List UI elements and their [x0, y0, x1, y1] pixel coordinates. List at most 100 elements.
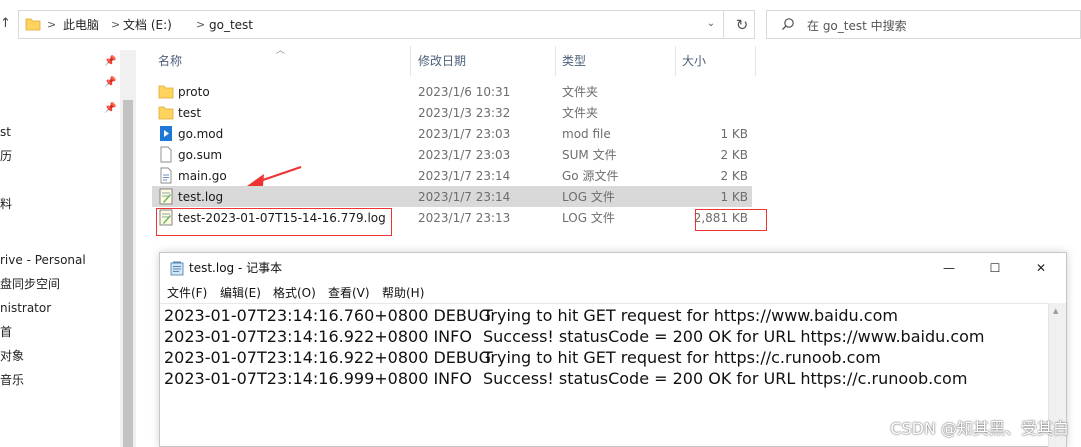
file-name: go.sum [178, 148, 223, 162]
refresh-icon[interactable]: ↻ [731, 14, 753, 36]
column-header-date[interactable]: 修改日期 [418, 53, 466, 69]
file-date: 2023/1/7 23:03 [418, 127, 511, 141]
column-divider[interactable] [675, 46, 676, 76]
file-date: 2023/1/7 23:13 [418, 211, 511, 225]
column-divider[interactable] [410, 46, 411, 76]
sort-ascending-icon: ︿ [276, 46, 286, 56]
nav-item[interactable]: st [0, 124, 11, 140]
file-type: LOG 文件 [562, 211, 615, 225]
minimize-button[interactable]: — [926, 253, 972, 283]
log-timestamp-level: 2023-01-07T23:14:16.922+0800 DEBUG [164, 348, 491, 367]
pin-icon: 📌 [104, 56, 117, 67]
breadcrumb-documents[interactable]: 文档 (E:) [123, 17, 172, 33]
search-placeholder[interactable]: 在 go_test 中搜索 [807, 18, 907, 34]
menu-file[interactable]: 文件(F) [167, 285, 207, 301]
divider [723, 11, 724, 38]
column-divider[interactable] [755, 46, 756, 76]
column-divider[interactable] [555, 46, 556, 76]
file-size: 1 KB [720, 190, 748, 204]
source-file-icon [160, 167, 172, 184]
nav-item[interactable]: 料 [0, 196, 12, 212]
annotation-arrow [247, 165, 302, 186]
pin-icon: 📌 [104, 103, 117, 114]
file-name: test [178, 106, 202, 120]
scrollbar-thumb[interactable] [123, 100, 133, 447]
nav-item-onedrive[interactable]: rive - Personal [0, 252, 86, 268]
nav-item[interactable]: 历 [0, 148, 12, 164]
maximize-button[interactable]: ☐ [972, 253, 1018, 283]
column-header-size[interactable]: 大小 [682, 53, 706, 69]
chevron-down-icon[interactable]: ⌄ [702, 18, 720, 32]
media-file-icon [160, 126, 172, 141]
nav-scrollbar[interactable] [120, 50, 136, 447]
file-type: mod file [562, 127, 611, 141]
nav-item[interactable]: 首 [0, 324, 12, 340]
breadcrumb-this-pc[interactable]: 此电脑 [63, 17, 99, 33]
menu-edit[interactable]: 编辑(E) [220, 285, 261, 301]
annotation-box-filesize [695, 209, 767, 231]
folder-icon [25, 18, 41, 31]
nav-item-3d-objects[interactable]: 对象 [0, 348, 24, 364]
file-date: 2023/1/7 23:14 [418, 169, 511, 183]
nav-item-administrator[interactable]: nistrator [0, 300, 51, 316]
file-row-selected[interactable]: test.log 2023/1/7 23:14 LOG 文件 1 KB [152, 186, 752, 207]
log-line: 2023-01-07T23:14:16.922+0800 DEBUG Tryin… [164, 347, 881, 368]
file-row[interactable]: go.sum 2023/1/7 23:03 SUM 文件 2 KB [152, 144, 752, 165]
window-title: test.log - 记事本 [189, 261, 283, 275]
folder-icon [158, 106, 174, 120]
breadcrumb-go-test[interactable]: go_test [209, 17, 253, 33]
column-header-name[interactable]: 名称 [158, 53, 182, 69]
nav-item-music[interactable]: 音乐 [0, 372, 24, 388]
notepad-icon [170, 261, 184, 276]
navigation-pane: 📌 📌 📌 st 历 料 rive - Personal 盘同步空间 nistr… [0, 50, 120, 447]
file-date: 2023/1/6 10:31 [418, 85, 511, 99]
log-timestamp-level: 2023-01-07T23:14:16.922+0800 INFO [164, 327, 472, 346]
search-box[interactable]: 在 go_test 中搜索 [766, 10, 1081, 39]
menu-format[interactable]: 格式(O) [273, 285, 316, 301]
file-type: LOG 文件 [562, 190, 615, 204]
log-line: 2023-01-07T23:14:16.999+0800 INFO Succes… [164, 368, 967, 389]
menu-help[interactable]: 帮助(H) [382, 285, 424, 301]
file-name: proto [178, 85, 210, 99]
annotation-box-filename [156, 208, 392, 236]
file-date: 2023/1/7 23:03 [418, 148, 511, 162]
file-name: main.go [178, 169, 227, 183]
log-message: Success! statusCode = 200 OK for URL htt… [483, 327, 985, 346]
notepad-window: test.log - 记事本 — ☐ ✕ 文件(F) 编辑(E) 格式(O) 查… [159, 252, 1067, 447]
file-size: 1 KB [720, 127, 748, 141]
nav-item-sync-space[interactable]: 盘同步空间 [0, 276, 60, 292]
file-name: go.mod [178, 127, 224, 141]
scroll-up-icon[interactable]: ▲ [1053, 307, 1058, 315]
file-type: 文件夹 [562, 85, 599, 99]
file-type: SUM 文件 [562, 148, 617, 162]
log-line: 2023-01-07T23:14:16.922+0800 INFO Succes… [164, 326, 985, 347]
file-type: 文件夹 [562, 106, 599, 120]
watermark: CSDN @知其黑、受其白 [890, 419, 1069, 438]
file-name: test.log [178, 190, 224, 204]
column-header-type[interactable]: 类型 [562, 53, 586, 69]
file-row[interactable]: main.go 2023/1/7 23:14 Go 源文件 2 KB [152, 165, 752, 186]
up-arrow-icon[interactable]: ↑ [0, 16, 12, 32]
breadcrumb-separator[interactable]: > [47, 17, 56, 33]
file-row[interactable]: go.mod 2023/1/7 23:03 mod file 1 KB [152, 123, 752, 144]
log-message: Success! statusCode = 200 OK for URL htt… [483, 369, 968, 388]
explorer-toolbar: ↑ > 此电脑 > 文档 (E:) > go_test ⌄ ↻ 在 go_tes… [0, 0, 1081, 50]
log-message: Trying to hit GET request for https://c.… [483, 348, 881, 367]
address-bar[interactable]: > 此电脑 > 文档 (E:) > go_test ⌄ ↻ [18, 10, 755, 39]
notepad-titlebar[interactable]: test.log - 记事本 — ☐ ✕ [160, 253, 1066, 283]
log-message: Trying to hit GET request for https://ww… [483, 306, 898, 325]
menu-bar: 文件(F) 编辑(E) 格式(O) 查看(V) 帮助(H) [160, 283, 1066, 303]
file-size: 2 KB [720, 148, 748, 162]
search-icon [782, 18, 794, 30]
file-type: Go 源文件 [562, 169, 619, 183]
log-timestamp-level: 2023-01-07T23:14:16.760+0800 DEBUG [164, 306, 491, 325]
breadcrumb-separator[interactable]: > [111, 17, 120, 33]
menu-view[interactable]: 查看(V) [328, 285, 370, 301]
log-line: 2023-01-07T23:14:16.760+0800 DEBUG Tryin… [164, 305, 898, 326]
breadcrumb-separator[interactable]: > [196, 17, 205, 33]
folder-icon [158, 85, 174, 99]
file-date: 2023/1/3 23:32 [418, 106, 511, 120]
file-row[interactable]: test 2023/1/3 23:32 文件夹 [152, 102, 752, 123]
close-button[interactable]: ✕ [1018, 253, 1064, 283]
file-row[interactable]: proto 2023/1/6 10:31 文件夹 [152, 81, 752, 102]
